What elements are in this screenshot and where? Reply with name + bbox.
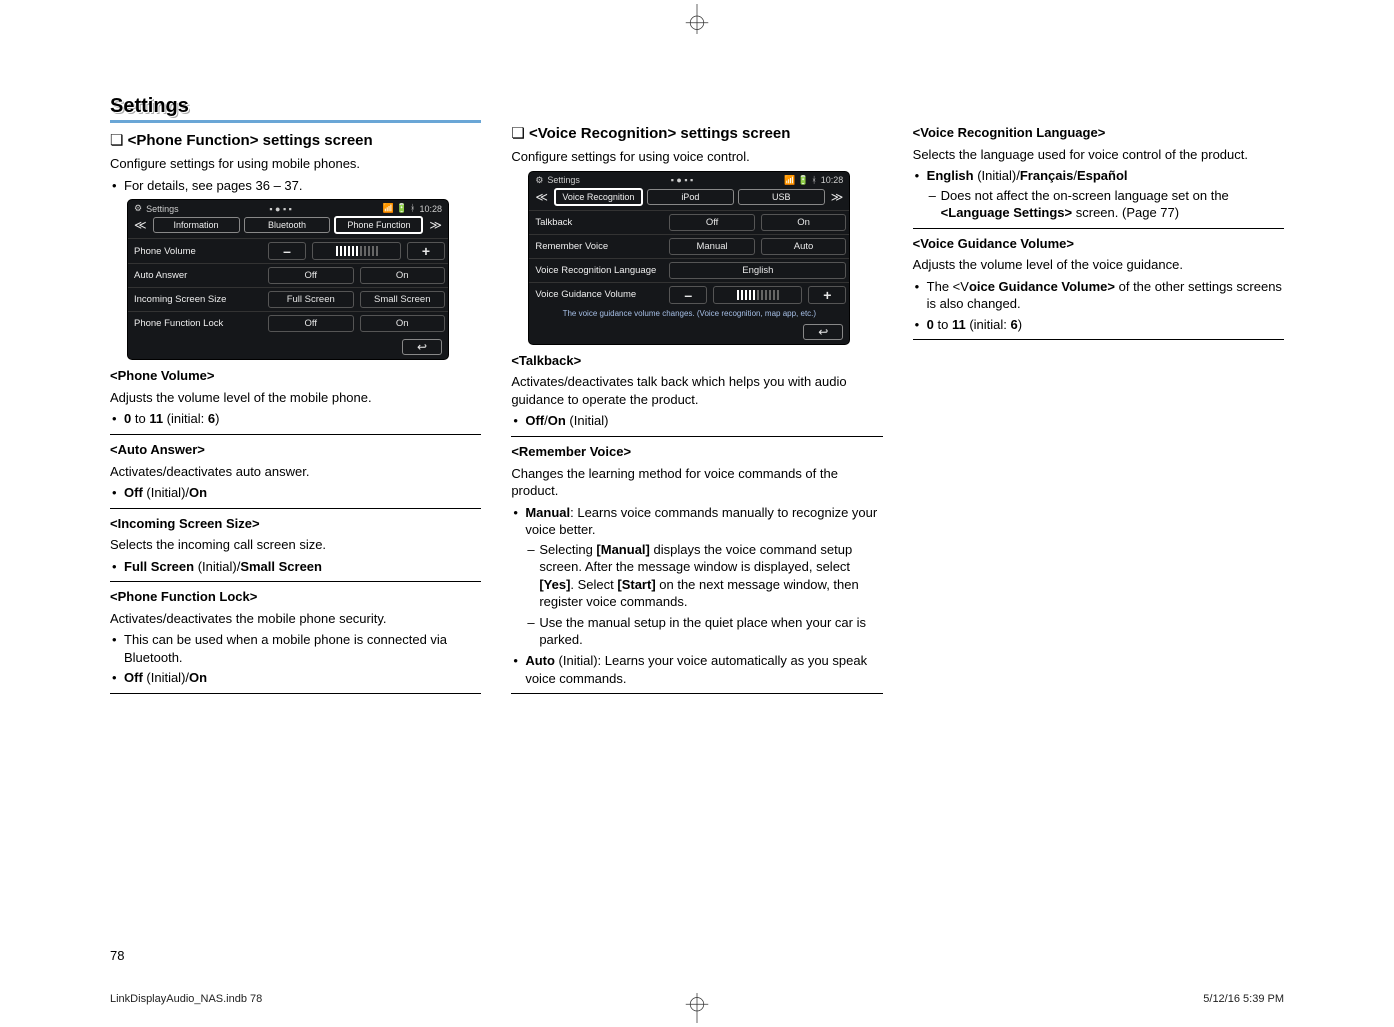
auto-answer-on[interactable]: On bbox=[360, 267, 446, 284]
row-phone-volume-label: Phone Volume bbox=[128, 239, 265, 263]
registration-mark-top bbox=[682, 4, 712, 34]
lock-off[interactable]: Off bbox=[268, 315, 354, 332]
tab-information[interactable]: Information bbox=[153, 217, 240, 233]
remember-desc: Changes the learning method for voice co… bbox=[511, 465, 882, 500]
lang-heading: <Voice Recognition Language> bbox=[913, 124, 1284, 142]
guidance-desc: Adjusts the volume level of the voice gu… bbox=[913, 256, 1284, 274]
auto-answer-off[interactable]: Off bbox=[268, 267, 354, 284]
lock-bullet-1: This can be used when a mobile phone is … bbox=[110, 631, 481, 666]
column-1: Settings <Phone Function> settings scree… bbox=[110, 95, 481, 957]
guidance-heading: <Voice Guidance Volume> bbox=[913, 235, 1284, 253]
lang-options: English (Initial)/Français/Español Does … bbox=[913, 167, 1284, 222]
column-2: <Voice Recognition> settings screen Conf… bbox=[511, 95, 882, 957]
guidance-range: 0 to 11 (initial: 6) bbox=[913, 316, 1284, 334]
plus-button[interactable]: + bbox=[407, 242, 445, 260]
talkback-desc: Activates/deactivates talk back which he… bbox=[511, 373, 882, 408]
phone-function-details: For details, see pages 36 – 37. bbox=[110, 177, 481, 195]
incoming-desc: Selects the incoming call screen size. bbox=[110, 536, 481, 554]
phone-volume-desc: Adjusts the volume level of the mobile p… bbox=[110, 389, 481, 407]
incoming-heading: <Incoming Screen Size> bbox=[110, 515, 481, 533]
auto-answer-heading: <Auto Answer> bbox=[110, 441, 481, 459]
remember-manual-bullet: Manual: Learns voice commands manually t… bbox=[511, 504, 882, 649]
settings-heading: Settings bbox=[110, 95, 481, 123]
tabs-next-icon[interactable]: ≫ bbox=[829, 190, 846, 204]
incoming-full[interactable]: Full Screen bbox=[268, 291, 354, 308]
lock-desc: Activates/deactivates the mobile phone s… bbox=[110, 610, 481, 628]
remember-manual-sub1: Selecting [Manual] displays the voice co… bbox=[525, 541, 882, 611]
status-right: 📶 🔋 ᚼ 10:28 bbox=[383, 203, 442, 214]
remember-manual-sub2: Use the manual setup in the quiet place … bbox=[525, 614, 882, 649]
back-icon[interactable]: ↩ bbox=[402, 339, 442, 355]
gear-icon: ⚙ Settings bbox=[134, 203, 179, 214]
remember-auto[interactable]: Auto bbox=[761, 238, 847, 255]
column-3: <Voice Recognition Language> Selects the… bbox=[913, 95, 1284, 957]
row-talkback-label: Talkback bbox=[529, 211, 666, 234]
footer-date: 5/12/16 5:39 PM bbox=[1203, 993, 1284, 1005]
phone-function-title: <Phone Function> settings screen bbox=[110, 131, 481, 151]
lock-options: Off (Initial)/On bbox=[110, 669, 481, 687]
plus-button[interactable]: + bbox=[808, 286, 846, 304]
phone-volume-heading: <Phone Volume> bbox=[110, 367, 481, 385]
talkback-off[interactable]: Off bbox=[669, 214, 755, 231]
tabs-prev-icon[interactable]: ≪ bbox=[533, 190, 550, 204]
row-guidance-label: Voice Guidance Volume bbox=[529, 283, 666, 307]
status-right: 📶 🔋 ᚼ 10:28 bbox=[784, 175, 843, 186]
phone-function-intro: Configure settings for using mobile phon… bbox=[110, 155, 481, 173]
tab-bluetooth[interactable]: Bluetooth bbox=[244, 217, 331, 233]
tab-ipod[interactable]: iPod bbox=[647, 189, 734, 205]
row-auto-answer-label: Auto Answer bbox=[128, 264, 265, 287]
volume-slider[interactable] bbox=[312, 242, 401, 260]
row-lock-label: Phone Function Lock bbox=[128, 312, 265, 335]
lock-on[interactable]: On bbox=[360, 315, 446, 332]
remember-heading: <Remember Voice> bbox=[511, 443, 882, 461]
remember-manual[interactable]: Manual bbox=[669, 238, 755, 255]
footer-meta: LinkDisplayAudio_NAS.indb 78 5/12/16 5:3… bbox=[110, 993, 1284, 1005]
back-icon[interactable]: ↩ bbox=[803, 324, 843, 340]
footer-file: LinkDisplayAudio_NAS.indb 78 bbox=[110, 993, 262, 1005]
tabs-prev-icon[interactable]: ≪ bbox=[132, 218, 149, 232]
tab-phone-function[interactable]: Phone Function bbox=[334, 216, 423, 234]
tabs-next-icon[interactable]: ≫ bbox=[427, 218, 444, 232]
voice-rec-screenshot: ⚙ Settings ▪ ● ▪ ▪ 📶 🔋 ᚼ 10:28 ≪ Voice R… bbox=[529, 172, 882, 344]
talkback-heading: <Talkback> bbox=[511, 352, 882, 370]
guidance-slider[interactable] bbox=[713, 286, 802, 304]
voice-rec-intro: Configure settings for using voice contr… bbox=[511, 148, 882, 166]
status-icons: ▪ ● ▪ ▪ bbox=[671, 175, 694, 185]
lang-desc: Selects the language used for voice cont… bbox=[913, 146, 1284, 164]
row-incoming-label: Incoming Screen Size bbox=[128, 288, 265, 311]
minus-button[interactable]: – bbox=[669, 286, 707, 304]
incoming-options: Full Screen (Initial)/Small Screen bbox=[110, 558, 481, 576]
auto-answer-desc: Activates/deactivates auto answer. bbox=[110, 463, 481, 481]
row-lang-label: Voice Recognition Language bbox=[529, 259, 666, 282]
content-columns: Settings <Phone Function> settings scree… bbox=[110, 95, 1284, 957]
minus-button[interactable]: – bbox=[268, 242, 306, 260]
gear-icon: ⚙ Settings bbox=[535, 175, 580, 186]
talkback-options: Off/On (Initial) bbox=[511, 412, 882, 430]
remember-auto-bullet: Auto (Initial): Learns your voice automa… bbox=[511, 652, 882, 687]
lang-value[interactable]: English bbox=[669, 262, 846, 279]
voice-rec-title: <Voice Recognition> settings screen bbox=[511, 124, 882, 144]
status-icons: ▪ ● ▪ ▪ bbox=[269, 204, 292, 214]
incoming-small[interactable]: Small Screen bbox=[360, 291, 446, 308]
guidance-hint: The voice guidance volume changes. (Voic… bbox=[529, 307, 849, 320]
page: Settings <Phone Function> settings scree… bbox=[0, 0, 1394, 1027]
tab-usb[interactable]: USB bbox=[738, 189, 825, 205]
auto-answer-options: Off (Initial)/On bbox=[110, 484, 481, 502]
phone-function-screenshot: ⚙ Settings ▪ ● ▪ ▪ 📶 🔋 ᚼ 10:28 ≪ Informa… bbox=[128, 200, 481, 359]
talkback-on[interactable]: On bbox=[761, 214, 847, 231]
guidance-bullet-1: The <Voice Guidance Volume> of the other… bbox=[913, 278, 1284, 313]
lock-heading: <Phone Function Lock> bbox=[110, 588, 481, 606]
page-number: 78 bbox=[110, 948, 124, 963]
lang-sub: Does not affect the on-screen language s… bbox=[927, 187, 1284, 222]
tab-voice-recognition[interactable]: Voice Recognition bbox=[554, 188, 643, 206]
phone-volume-range: 0 to 11 (initial: 6) bbox=[110, 410, 481, 428]
row-remember-label: Remember Voice bbox=[529, 235, 666, 258]
